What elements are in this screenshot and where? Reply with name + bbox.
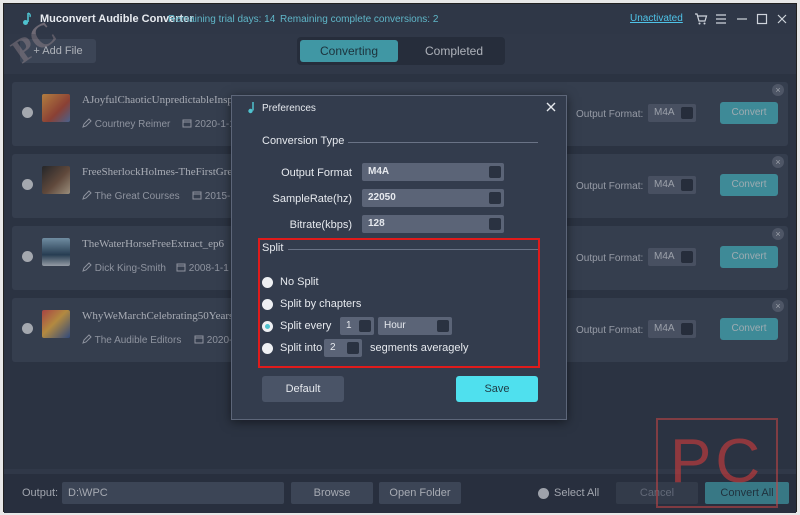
- samplerate-label: SampleRate(hz): [272, 193, 352, 205]
- bitrate-value: 128: [368, 218, 385, 229]
- option-no-split[interactable]: No Split: [262, 276, 412, 290]
- default-button[interactable]: Default: [262, 376, 344, 402]
- bitrate-select[interactable]: 128: [362, 215, 504, 233]
- output-format-field-label: Output Format: [281, 167, 352, 179]
- unactivated-link[interactable]: Unactivated: [630, 13, 683, 24]
- save-button[interactable]: Save: [456, 376, 538, 402]
- dialog-title: Preferences: [262, 103, 316, 114]
- split-unit-select[interactable]: Hour: [378, 317, 452, 335]
- samplerate-select[interactable]: 22050: [362, 189, 504, 207]
- title-bar: Muconvert Audible Converter Remaining tr…: [4, 4, 796, 34]
- split-into-radio[interactable]: [262, 343, 273, 354]
- maximize-icon[interactable]: [755, 12, 769, 26]
- stepper-icon: [347, 342, 359, 354]
- option-split-every[interactable]: Split every 1 Hour: [262, 317, 512, 335]
- stepper-icon: [359, 320, 371, 332]
- chevron-down-icon: [437, 320, 449, 332]
- section-divider: [348, 142, 538, 143]
- output-format-select[interactable]: M4A: [362, 163, 504, 181]
- split-into-label: Split into: [280, 342, 323, 354]
- output-format-value: M4A: [368, 166, 390, 177]
- cart-icon[interactable]: [694, 12, 708, 26]
- minimize-icon[interactable]: [735, 12, 749, 26]
- samplerate-value: 22050: [368, 192, 396, 203]
- split-every-radio[interactable]: [262, 321, 273, 332]
- close-icon[interactable]: [544, 100, 558, 114]
- remaining-conversions-text: Remaining complete conversions: 2: [280, 14, 439, 25]
- no-split-label: No Split: [280, 276, 319, 288]
- close-window-icon[interactable]: [775, 12, 789, 26]
- app-logo-icon: [248, 102, 254, 114]
- bitrate-label: Bitrate(kbps): [289, 219, 352, 231]
- split-every-label: Split every: [280, 320, 332, 332]
- split-every-stepper[interactable]: 1: [340, 317, 374, 335]
- watermark-box: PC: [656, 418, 778, 508]
- split-by-chapters-radio[interactable]: [262, 299, 273, 310]
- split-into-stepper[interactable]: 2: [324, 339, 362, 357]
- preferences-dialog: Preferences Conversion Type Output Forma…: [231, 95, 567, 420]
- chevron-down-icon: [489, 192, 501, 204]
- split-into-value: 2: [330, 342, 336, 353]
- menu-icon[interactable]: [714, 12, 728, 26]
- option-split-into[interactable]: Split into 2 segments averagely: [262, 339, 522, 357]
- split-unit-value: Hour: [384, 320, 406, 331]
- chevron-down-icon: [489, 166, 501, 178]
- chevron-down-icon: [489, 218, 501, 230]
- watermark-box-text: PC: [670, 427, 765, 496]
- option-split-by-chapters[interactable]: Split by chapters: [262, 298, 412, 312]
- split-by-chapters-label: Split by chapters: [280, 298, 362, 310]
- segments-label: segments averagely: [370, 342, 469, 354]
- no-split-radio[interactable]: [262, 277, 273, 288]
- split-every-value: 1: [346, 320, 352, 331]
- conversion-type-heading: Conversion Type: [262, 135, 345, 147]
- trial-days-text: Remaining trial days: 14: [168, 14, 276, 25]
